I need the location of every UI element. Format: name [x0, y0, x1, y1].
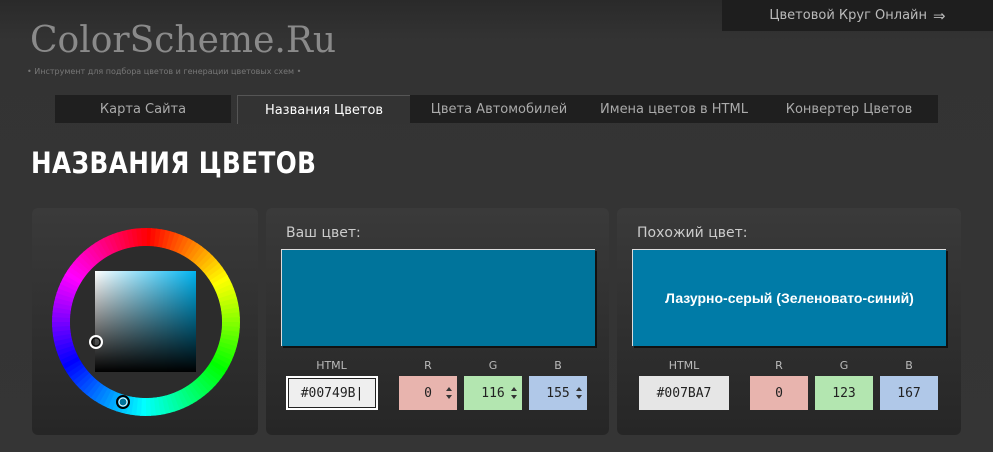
your-color-swatch [281, 249, 595, 346]
tab-color-converter[interactable]: Конвертер Цветов [760, 95, 938, 123]
similar-g-value-field: 123 [815, 376, 873, 410]
color-wheel-online-link[interactable]: Цветовой Круг Онлайн ⇒ [722, 0, 993, 31]
similar-color-panel: Похожий цвет: Лазурно-серый (Зеленовато-… [617, 208, 961, 435]
r-value: 0 [424, 385, 432, 401]
b-input[interactable]: 155 [529, 376, 587, 410]
color-picker-wheel[interactable] [52, 228, 240, 416]
site-tagline: • Инструмент для подбора цветов и генера… [27, 67, 302, 76]
html-column-header: HTML [668, 359, 700, 372]
similar-color-name: Лазурно-серый (Зеленовато-синий) [665, 290, 914, 306]
your-color-label: Ваш цвет: [286, 225, 361, 241]
html-column-header: HTML [316, 359, 347, 372]
site-logo[interactable]: ColorScheme.Ru [30, 20, 336, 61]
html-hex-input[interactable]: #00749B | [286, 376, 378, 410]
your-color-panel: Ваш цвет: HTML R G B #00749B | 0 116 155 [266, 208, 609, 435]
tab-html-color-names[interactable]: Имена цветов в HTML [588, 95, 760, 123]
g-value: 116 [481, 385, 505, 401]
spinner-icon[interactable] [510, 385, 518, 401]
color-wheel-link-label: Цветовой Круг Онлайн [769, 8, 927, 23]
b-column-header: B [554, 359, 562, 372]
r-column-header: R [424, 359, 432, 372]
b-value: 155 [546, 385, 570, 401]
g-column-header: G [839, 359, 849, 372]
tab-car-colors[interactable]: Цвета Автомобилей [410, 95, 588, 123]
spinner-icon[interactable] [575, 385, 583, 401]
similar-b-value-field: 167 [880, 376, 938, 410]
spinner-icon[interactable] [445, 385, 453, 401]
similar-color-label: Похожий цвет: [637, 225, 748, 241]
r-column-header: R [775, 359, 783, 372]
tab-color-names[interactable]: Названия Цветов [237, 95, 410, 124]
similar-r-value-field: 0 [750, 376, 808, 410]
page-title: НАЗВАНИЯ ЦВЕТОВ [31, 146, 317, 180]
b-column-header: B [905, 359, 913, 372]
tab-sitemap[interactable]: Карта Сайта [55, 95, 231, 123]
color-wheel-panel [32, 208, 258, 435]
g-column-header: G [488, 359, 498, 372]
main-nav: Карта Сайта Названия Цветов Цвета Автомо… [55, 95, 938, 124]
html-hex-value: #00749B [300, 385, 356, 401]
r-input[interactable]: 0 [399, 376, 457, 410]
similar-html-value-field: #007BA7 [639, 376, 729, 410]
g-input[interactable]: 116 [464, 376, 522, 410]
arrow-right-icon: ⇒ [933, 6, 946, 25]
similar-color-swatch: Лазурно-серый (Зеленовато-синий) [632, 249, 946, 346]
